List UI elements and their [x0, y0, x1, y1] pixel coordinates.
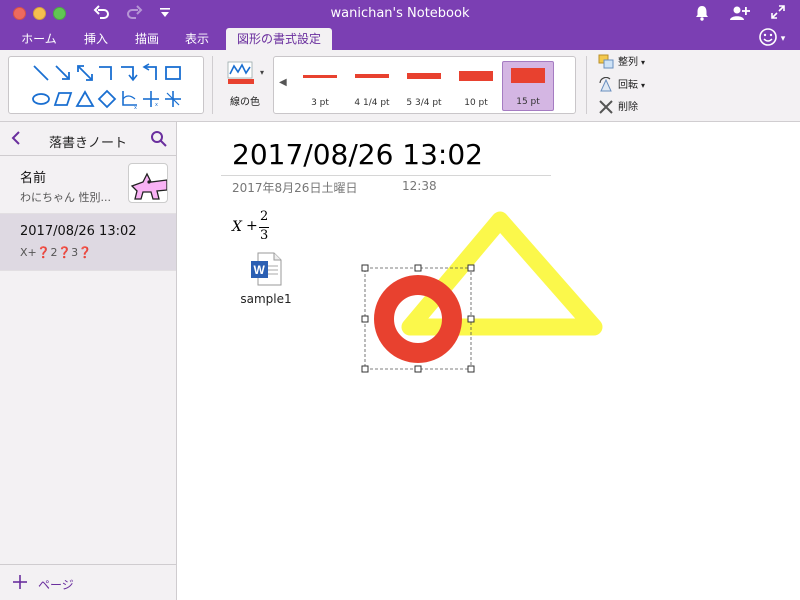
notifications-bell-icon[interactable]: [692, 4, 712, 24]
resize-handle-bottom[interactable]: [414, 365, 422, 373]
rotate-label: 回転: [618, 80, 638, 91]
page-thumbnail: [128, 163, 168, 203]
ribbon-separator: [586, 56, 587, 114]
rectangle-shape-icon[interactable]: [163, 63, 183, 83]
share-add-person-icon[interactable]: [728, 4, 752, 24]
weight-swatch: [459, 71, 493, 81]
maximize-window-button[interactable]: [53, 7, 66, 20]
note-canvas[interactable]: 2017/08/26 13:02 2017年8月26日土曜日 12:38 X +…: [178, 122, 800, 600]
weight-4-1-4pt[interactable]: 4 1/4 pt: [346, 61, 398, 111]
weight-swatch: [303, 75, 337, 78]
line-color-label: 線の色: [230, 97, 260, 108]
smiley-feedback-icon[interactable]: [756, 27, 780, 47]
axes-3d-icon[interactable]: [163, 89, 183, 109]
ink-drawing-layer: [361, 211, 603, 373]
plus-icon: [12, 571, 28, 595]
line-color-dropdown-icon[interactable]: ▾: [260, 68, 264, 77]
weight-label: 10 pt: [464, 98, 488, 108]
line-color-button[interactable]: ▾ 線の色: [222, 58, 268, 114]
window-title: wanichan's Notebook: [330, 6, 470, 21]
page-list-item[interactable]: 2017/08/26 13:02 X+❓2❓3❓: [0, 214, 176, 271]
arrange-button[interactable]: 整列 ▾: [598, 53, 678, 73]
diamond-shape-icon[interactable]: [97, 89, 117, 109]
arrange-icon: [598, 54, 614, 69]
resize-handle-top-left[interactable]: [361, 264, 369, 272]
resize-handle-right[interactable]: [467, 315, 475, 323]
delete-button[interactable]: 削除: [598, 98, 678, 118]
weight-label: 5 3/4 pt: [406, 98, 442, 108]
shape-gallery: x x: [8, 56, 204, 114]
line-weight-gallery: ◀ 3 pt 4 1/4 pt 5 3/4 pt 10 pt 15 pt: [273, 56, 576, 114]
sidebar-header: 落書きノート: [0, 122, 176, 156]
weight-10pt[interactable]: 10 pt: [450, 61, 502, 111]
tab-view[interactable]: 表示: [174, 28, 220, 50]
tab-shape-format[interactable]: 図形の書式設定: [226, 28, 332, 50]
resize-handle-top-right[interactable]: [467, 264, 475, 272]
fullscreen-icon[interactable]: [768, 4, 788, 24]
elbow-arrow-icon[interactable]: [119, 63, 139, 83]
parallelogram-shape-icon[interactable]: [53, 89, 73, 109]
ribbon: x x ▾ 線の色 ◀ 3 pt 4 1/4 pt 5 3/4 pt 10 pt…: [0, 50, 800, 122]
title-bar: wanichan's Notebook: [0, 0, 800, 28]
yellow-triangle-shape[interactable]: [401, 211, 603, 336]
smiley-dropdown-icon[interactable]: ▾: [778, 29, 788, 49]
delete-x-icon: [599, 100, 613, 114]
undo-icon[interactable]: [92, 4, 112, 24]
delete-label: 削除: [618, 102, 638, 113]
rotate-icon: [599, 77, 612, 92]
weight-3pt[interactable]: 3 pt: [294, 61, 346, 111]
weight-15pt[interactable]: 15 pt: [502, 61, 554, 111]
ellipse-shape-icon[interactable]: [31, 89, 51, 109]
back-chevron-icon[interactable]: [10, 130, 22, 150]
tab-home[interactable]: ホーム: [10, 28, 68, 50]
redo-icon[interactable]: [124, 4, 144, 24]
search-icon[interactable]: [150, 130, 168, 148]
elbow-double-arrow-icon[interactable]: [141, 63, 161, 83]
weight-5-3-4pt[interactable]: 5 3/4 pt: [398, 61, 450, 111]
resize-handle-top[interactable]: [414, 264, 422, 272]
triangle-shape-icon[interactable]: [75, 89, 95, 109]
line-shape-icon[interactable]: [31, 63, 51, 83]
page-item-preview: わにちゃん 性別...: [20, 191, 111, 204]
resize-handle-bottom-right[interactable]: [467, 365, 475, 373]
axes-2d-icon[interactable]: x: [119, 89, 139, 111]
page-list-item[interactable]: 名前 わにちゃん 性別...: [0, 157, 176, 214]
page-list-sidebar: 落書きノート 名前 わにちゃん 性別... 2017/08/26 13:02 X…: [0, 122, 177, 600]
axes-cross-icon[interactable]: x: [141, 89, 161, 109]
add-page-label: ページ: [38, 578, 74, 592]
add-page-button[interactable]: ページ: [0, 564, 176, 600]
page-item-title: 2017/08/26 13:02: [20, 224, 137, 239]
close-window-button[interactable]: [13, 7, 26, 20]
ribbon-tab-bar: ホーム 挿入 描画 表示 図形の書式設定 ▾: [0, 28, 800, 50]
weight-swatch: [355, 74, 389, 78]
ribbon-separator: [212, 56, 213, 114]
line-color-icon: [227, 61, 254, 84]
resize-handle-bottom-left[interactable]: [361, 365, 369, 373]
resize-handle-left[interactable]: [361, 315, 369, 323]
tab-insert[interactable]: 挿入: [72, 28, 120, 50]
minimize-window-button[interactable]: [33, 7, 46, 20]
elbow-connector-icon[interactable]: [97, 63, 117, 83]
weight-swatch: [407, 73, 441, 79]
customize-toolbar-icon[interactable]: [156, 4, 174, 24]
weight-swatch: [511, 68, 545, 83]
weight-label: 3 pt: [311, 98, 329, 108]
weight-label: 4 1/4 pt: [354, 98, 390, 108]
rotate-button[interactable]: 回転 ▾: [598, 76, 678, 96]
page-item-title: 名前: [20, 171, 47, 186]
page-item-preview: X+❓2❓3❓: [20, 246, 92, 259]
arrange-label: 整列: [618, 57, 638, 68]
double-arrow-shape-icon[interactable]: [75, 63, 95, 83]
weight-label: 15 pt: [516, 97, 540, 107]
tab-draw[interactable]: 描画: [124, 28, 170, 50]
rotate-dropdown-icon: ▾: [641, 81, 646, 90]
svg-text:x: x: [155, 102, 158, 108]
arrange-dropdown-icon: ▾: [641, 58, 646, 67]
section-title: 落書きノート: [48, 136, 127, 151]
arrow-shape-icon[interactable]: [53, 63, 73, 83]
svg-text:x: x: [134, 105, 137, 109]
gallery-scroll-left-icon[interactable]: ◀: [279, 77, 287, 88]
